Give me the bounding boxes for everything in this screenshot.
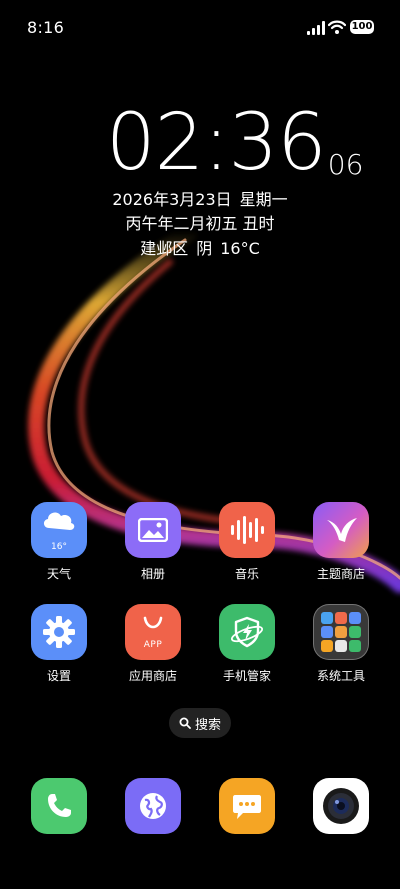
date-line: 2026年3月23日 星期一 — [0, 186, 400, 210]
date-text: 2026年3月23日 — [112, 190, 232, 209]
temperature-text: 16°C — [220, 239, 260, 258]
camera-icon — [313, 778, 369, 834]
status-time: 8:16 — [27, 18, 65, 37]
app-label-weather: 天气 — [46, 567, 71, 581]
image-icon — [125, 502, 181, 558]
bird-icon — [313, 502, 369, 558]
app-label-music: 音乐 — [234, 567, 259, 581]
app-label-app-store: 应用商店 — [128, 669, 177, 683]
clock-seconds: 06 — [327, 148, 364, 181]
folder-system-tools[interactable]: 系统工具 — [301, 604, 381, 684]
app-label-system-tools: 系统工具 — [316, 669, 365, 683]
gear-icon — [31, 604, 87, 660]
clock-time: 02:36 06 — [106, 104, 363, 182]
folder-mini-app-icon — [349, 640, 361, 652]
dock-camera[interactable] — [301, 778, 381, 834]
dock-messages[interactable] — [207, 778, 287, 834]
weather-icon-temp: 16° — [51, 542, 67, 552]
sound-wave-icon — [219, 502, 275, 558]
wifi-icon — [328, 20, 346, 34]
app-label-settings: 设置 — [46, 669, 71, 683]
phone-icon — [31, 778, 87, 834]
shield-icon — [219, 604, 275, 660]
search-button[interactable]: 搜索 — [169, 708, 231, 738]
message-icon — [219, 778, 275, 834]
cloud-icon: 16° — [31, 502, 87, 558]
app-label-gallery: 相册 — [140, 567, 165, 581]
lunar-date: 丙午年二月初五 丑时 — [125, 214, 275, 233]
app-label-phone-manager: 手机管家 — [222, 669, 271, 683]
folder-mini-app-icon — [321, 612, 333, 624]
app-weather[interactable]: 16° 天气 — [19, 502, 99, 582]
dock-browser[interactable] — [113, 778, 193, 834]
app-label-theme-store: 主题商店 — [316, 567, 365, 581]
location-text: 建邺区 — [140, 239, 189, 258]
folder-icon — [313, 604, 369, 660]
folder-mini-app-icon — [321, 626, 333, 638]
search-label: 搜索 — [194, 717, 221, 733]
app-theme-store[interactable]: 主题商店 — [301, 502, 381, 582]
signal-icon — [307, 21, 325, 35]
app-settings[interactable]: 设置 — [19, 604, 99, 684]
app-app-store[interactable]: APP 应用商店 — [113, 604, 193, 684]
folder-mini-app-icon — [335, 626, 347, 638]
folder-mini-app-icon — [321, 640, 333, 652]
app-gallery[interactable]: 相册 — [113, 502, 193, 582]
status-bar: 8:16 100 — [0, 0, 400, 56]
weekday-text: 星期一 — [239, 190, 288, 209]
globe-icon — [125, 778, 181, 834]
folder-mini-app-icon — [349, 626, 361, 638]
clock-hours-minutes: 02:36 — [106, 98, 327, 188]
weather-line: 建邺区阴 16°C — [0, 235, 400, 259]
app-music[interactable]: 音乐 — [207, 502, 287, 582]
battery-icon: 100 — [350, 20, 374, 34]
search-icon — [179, 717, 191, 729]
folder-mini-app-icon — [335, 640, 347, 652]
folder-mini-app-icon — [349, 612, 361, 624]
folder-mini-app-icon — [335, 612, 347, 624]
app-phone-manager[interactable]: 手机管家 — [207, 604, 287, 684]
app-store-icon-text: APP — [143, 640, 163, 650]
shopping-bag-icon: APP — [125, 604, 181, 660]
dock-phone[interactable] — [19, 778, 99, 834]
condition-text: 阴 — [196, 239, 213, 258]
